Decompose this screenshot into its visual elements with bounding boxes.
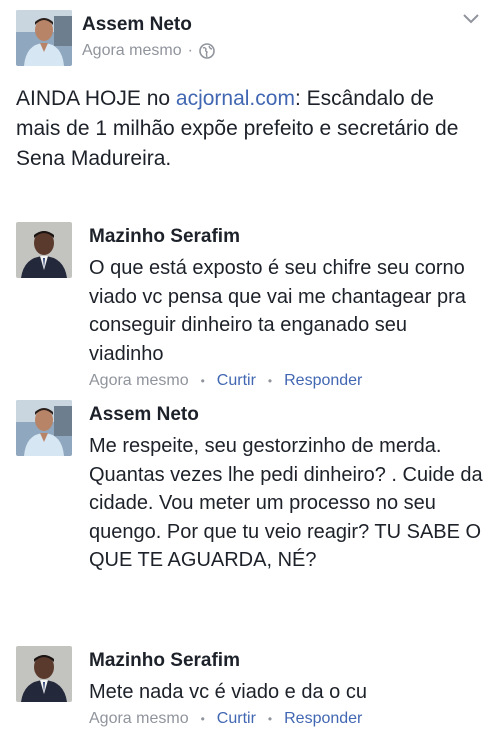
comment-timestamp[interactable]: Agora mesmo — [89, 710, 189, 728]
post-meta: Agora mesmo · — [82, 42, 215, 60]
comment-timestamp[interactable]: Agora mesmo — [89, 372, 189, 390]
chevron-down-icon[interactable] — [462, 12, 480, 26]
post-header: Assem Neto Agora mesmo · — [16, 10, 484, 68]
text-fade-overlay — [89, 582, 484, 604]
comment-text: O que está exposto é seu chifre seu corn… — [89, 257, 466, 365]
comment-text: Me respeite, seu gestorzinho de merda. Q… — [89, 435, 483, 571]
post-timestamp[interactable]: Agora mesmo — [82, 42, 182, 60]
comment: Assem Neto Me respeite, seu gestorzinho … — [16, 400, 484, 604]
avatar[interactable] — [16, 646, 72, 702]
reply-button[interactable]: Responder — [284, 372, 362, 390]
action-separator: • — [200, 374, 205, 388]
globe-icon — [199, 43, 215, 59]
action-separator: • — [200, 712, 205, 726]
comment: Mazinho Serafim Mete nada vc é viado e d… — [16, 646, 484, 732]
reply-button[interactable]: Responder — [284, 710, 362, 728]
avatar[interactable] — [16, 400, 72, 456]
comment-author-name[interactable]: Mazinho Serafim — [89, 650, 240, 672]
comment-author-name[interactable]: Mazinho Serafim — [89, 226, 240, 248]
post-author-name[interactable]: Assem Neto — [82, 14, 192, 36]
post-link[interactable]: acjornal.com — [176, 87, 295, 110]
post-text: AINDA HOJE no acjornal.com: Escândalo de… — [16, 84, 484, 174]
action-separator: • — [267, 374, 273, 388]
like-button[interactable]: Curtir — [217, 372, 256, 390]
meta-separator: · — [187, 42, 193, 59]
like-button[interactable]: Curtir — [217, 710, 256, 728]
comment-author-name[interactable]: Assem Neto — [89, 404, 199, 426]
avatar[interactable] — [16, 10, 72, 66]
comment-actions: Agora mesmo • Curtir • Responder — [89, 710, 362, 728]
comment-text: Mete nada vc é viado e da o cu — [89, 681, 367, 703]
avatar[interactable] — [16, 222, 72, 278]
action-separator: • — [267, 712, 273, 726]
post-text-before: AINDA HOJE no — [16, 87, 176, 110]
comment-actions: Agora mesmo • Curtir • Responder — [89, 372, 362, 390]
comment: Mazinho Serafim O que está exposto é seu… — [16, 222, 484, 392]
